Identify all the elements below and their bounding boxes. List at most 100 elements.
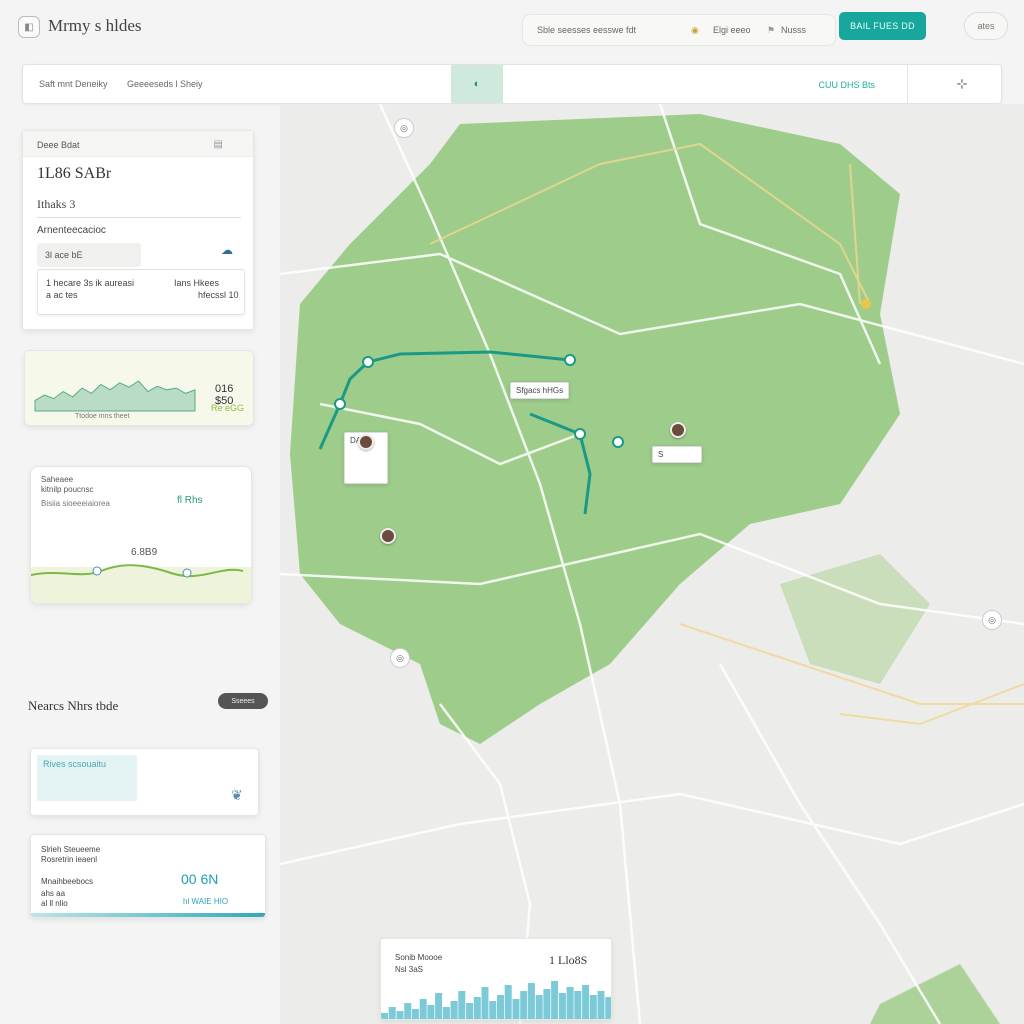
chart-bar [574, 991, 582, 1019]
route-card[interactable]: Saheaee kitnilp poucnsc Bisiia sioeeeiai… [30, 466, 252, 604]
route-icon[interactable]: ◐ [451, 65, 503, 103]
pill-text: Elgi eeeo [713, 25, 751, 35]
filter-chip[interactable]: 3l ace bE [37, 243, 141, 267]
chart-subtitle: Nsl 3aS [395, 965, 424, 974]
chart-bar [473, 997, 481, 1019]
detail-text: 1 hecare 3s ik aureasi [46, 278, 135, 288]
map-label[interactable]: S [652, 446, 702, 463]
chart-bar [435, 993, 443, 1019]
map-view[interactable]: Sfgacs hHGs DAH S ◎ ◎ ◎ [280, 104, 1024, 1024]
stats-line: al ll nlio [41, 899, 68, 908]
chart-bar [381, 1013, 388, 1019]
summary-card[interactable]: Deee Bdat ▤ 1L86 SABr Ithaks 3 Arnenteec… [22, 130, 254, 330]
chart-bar [504, 985, 512, 1019]
search-filter-label[interactable]: Saft mnt Deneiky [39, 79, 108, 89]
bird-icon [92, 566, 102, 576]
window-icon[interactable]: ◧ [18, 16, 40, 38]
chart-bar [512, 999, 520, 1019]
pill-text: Sble seesses eesswe fdt [537, 25, 637, 35]
chart-bar [597, 991, 605, 1019]
person-pin-icon[interactable] [380, 528, 396, 544]
pin-icon: ◉ [691, 25, 699, 35]
chart-value: 1 Llo8S [549, 953, 588, 967]
chart-title: Sonib Moooe [395, 953, 443, 962]
detail-text: Ians Hkees [174, 278, 220, 288]
stats-line: Rosretrin ieaenl [41, 855, 98, 864]
chart-bar [589, 995, 597, 1019]
chart-card[interactable]: Sonib Moooe Nsl 3aS 1 Llo8S [380, 938, 612, 1020]
person-pin-icon[interactable] [358, 434, 374, 450]
location-icon[interactable]: ◎ [982, 610, 1002, 630]
chart-bar [481, 987, 489, 1019]
chart-bar [535, 995, 543, 1019]
stats-line: ahs aa [41, 889, 66, 898]
location-icon[interactable]: ◎ [390, 648, 410, 668]
chart-bar [419, 999, 427, 1019]
chart-icon[interactable]: ▤ [214, 139, 223, 150]
bird-icon[interactable]: ❦ [231, 787, 243, 804]
person-pin-icon[interactable] [670, 422, 686, 438]
section-label: Arnenteecacioc [37, 225, 106, 236]
settings-button[interactable]: ates [964, 12, 1008, 40]
stats-sub-value: hl WAIE HIO [183, 897, 229, 906]
chart-bar [558, 993, 566, 1019]
bird-icon [182, 568, 192, 578]
route-stop [612, 436, 624, 448]
chart-bar [582, 985, 590, 1019]
search-bar: Saft mnt Deneiky Geeeeseds l Sheiy ◐ ⊹ [22, 64, 1002, 104]
summary-detail[interactable]: 1 hecare 3s ik aureasi a ac tes Ians Hke… [37, 269, 245, 315]
stats-big-value: 00 6N [181, 871, 219, 887]
section-action-button[interactable]: Sseees [218, 693, 268, 709]
route-stop [334, 398, 346, 410]
card-header-title: Deee Bdat [37, 140, 80, 150]
waypoint-marker [861, 299, 871, 309]
card-header: Deee Bdat ▤ [23, 131, 253, 157]
chip-row: 3l ace bE ☁ [37, 243, 241, 267]
search-input[interactable] [505, 71, 905, 99]
elevation-card[interactable]: 016 $50 Re eGG Ttodoe mns theet [24, 350, 254, 426]
pill-text: Nusss [781, 25, 807, 35]
chart-bar [566, 987, 574, 1019]
locate-icon[interactable]: ⊹ [951, 73, 973, 95]
bar-chart [381, 981, 611, 1019]
chart-bar [411, 1009, 419, 1019]
location-icon[interactable]: ◎ [394, 118, 414, 138]
chart-bar [527, 983, 535, 1019]
map-canvas[interactable] [280, 104, 1024, 1024]
search-filter-label[interactable]: Geeeeseds l Sheiy [127, 79, 203, 89]
route-stop [564, 354, 576, 366]
chart-bar [605, 997, 611, 1019]
route-stop [574, 428, 586, 440]
section-title: Nearcs Nhrs tbde [28, 698, 119, 713]
chart-bar [497, 995, 504, 1019]
chart-bar [551, 981, 559, 1019]
detail-text: hfecssl 10 [198, 290, 239, 300]
flag-icon: ⚑ [767, 25, 776, 35]
detail-text: a ac tes [46, 290, 78, 300]
chart-bar [458, 991, 466, 1019]
chart-bar [450, 1001, 458, 1019]
stats-bar [31, 913, 265, 917]
primary-action-button[interactable]: BAIL FUES DD [839, 12, 926, 40]
chart-bar [396, 1011, 404, 1019]
app-title: Mrmy s hldes [48, 16, 142, 35]
route-stop [362, 356, 374, 368]
chart-bar [442, 1007, 450, 1019]
chart-bar [520, 991, 528, 1019]
elevation-caption: Ttodoe mns theet [75, 413, 130, 420]
elevation-change: Re eGG [211, 403, 245, 413]
chart-bar [466, 1003, 474, 1019]
stats-card[interactable]: Slrieh Steueeme Rosretrin ieaenl Mnaihbe… [30, 834, 266, 918]
chart-bar [427, 1005, 435, 1019]
divider [37, 217, 241, 218]
note-card[interactable]: Rives scsouaitu ❦ [30, 748, 259, 816]
note-title: Rives scsouaitu [43, 759, 107, 769]
summary-subtitle: Ithaks 3 [37, 197, 76, 211]
stats-line: Mnaihbeebocs [41, 877, 94, 886]
header-status-pill[interactable]: Sble seesses eesswe fdt ◉ Elgi eeeo ⚑ Nu… [522, 14, 836, 46]
chart-bar [388, 1007, 396, 1019]
cloud-icon[interactable]: ☁ [221, 243, 241, 261]
map-label[interactable]: Sfgacs hHGs [510, 382, 570, 399]
chart-bar [489, 1001, 497, 1019]
summary-amount: 1L86 SABr [37, 165, 112, 182]
